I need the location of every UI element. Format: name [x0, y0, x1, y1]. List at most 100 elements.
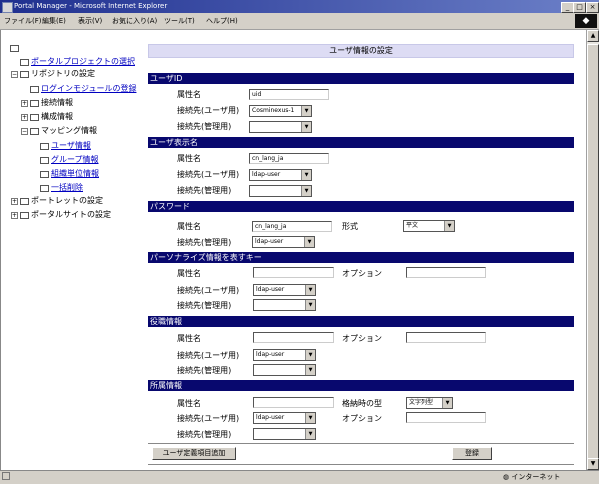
- userid-attr-input[interactable]: uid: [249, 89, 329, 100]
- folder-icon: [40, 171, 49, 178]
- display-conn-admin-select[interactable]: ▼: [249, 185, 312, 197]
- store-type-label: 格納時の型: [342, 399, 382, 408]
- folder-icon: [20, 198, 29, 205]
- tree-item-user-info[interactable]: ユーザ情報: [51, 140, 91, 151]
- expand-plus-icon[interactable]: +: [21, 114, 28, 121]
- personalize-attr-input[interactable]: [253, 267, 334, 278]
- userid-conn-user-select[interactable]: Cosminexus-1 ▼: [249, 105, 312, 117]
- tree-item-bulk-delete[interactable]: 一括削除: [51, 182, 83, 193]
- scroll-up-icon[interactable]: ▲: [587, 30, 599, 42]
- attr-name-label: 属性名: [177, 90, 201, 99]
- select-value: 文字列型: [409, 399, 434, 406]
- section-header-role: 役職情報: [148, 316, 574, 327]
- tree-item-login-module[interactable]: ログインモジュールの登録: [41, 83, 136, 94]
- windows-logo-icon: ◆: [575, 14, 597, 28]
- tree-item-project-select[interactable]: ポータルプロジェクトの選択: [31, 56, 135, 67]
- divider: [148, 464, 574, 465]
- role-attr-input[interactable]: [253, 332, 334, 343]
- expand-minus-icon[interactable]: −: [11, 71, 18, 78]
- affiliation-conn-user-select[interactable]: ldap-user ▼: [253, 412, 316, 424]
- tree-item-portal-site[interactable]: ポータルサイトの設定: [31, 209, 111, 220]
- select-value: ldap-user: [256, 351, 285, 358]
- folder-icon: [20, 71, 29, 78]
- chevron-down-icon: ▼: [442, 398, 452, 408]
- tree-item-mapping[interactable]: マッピング情報: [41, 125, 97, 136]
- tree-item-org-unit[interactable]: 組織単位情報: [51, 168, 99, 179]
- role-option-input[interactable]: [406, 332, 486, 343]
- page-icon: [2, 472, 10, 480]
- menu-help[interactable]: ヘルプ(H): [206, 16, 238, 26]
- folder-icon: [30, 114, 39, 121]
- password-conn-admin-select[interactable]: ldap-user ▼: [252, 236, 315, 248]
- window-title-bar: Portal Manager - Microsoft Internet Expl…: [0, 0, 599, 13]
- folder-icon: [40, 157, 49, 164]
- menu-file[interactable]: ファイル(F): [4, 16, 42, 26]
- chevron-down-icon: ▼: [301, 122, 311, 132]
- close-button[interactable]: ×: [586, 2, 599, 13]
- chevron-down-icon: ▼: [305, 429, 315, 439]
- menu-view[interactable]: 表示(V): [78, 16, 102, 26]
- add-user-defined-item-button[interactable]: ユーザ定義項目追加: [152, 447, 236, 460]
- affiliation-attr-input[interactable]: [253, 397, 334, 408]
- divider: [148, 443, 574, 444]
- maximize-button[interactable]: □: [573, 2, 586, 13]
- affiliation-conn-admin-select[interactable]: ▼: [253, 428, 316, 440]
- tree-item-group-info[interactable]: グループ情報: [51, 154, 99, 165]
- option-label: オプション: [342, 269, 382, 278]
- conn-user-label: 接続先(ユーザ用): [177, 106, 240, 115]
- personalize-conn-admin-select[interactable]: ▼: [253, 299, 316, 311]
- select-value: 平文: [406, 222, 419, 229]
- conn-admin-label: 接続先(管理用): [177, 186, 232, 195]
- chevron-down-icon: ▼: [305, 350, 315, 360]
- display-conn-user-select[interactable]: ldap-user ▼: [249, 169, 312, 181]
- vertical-scrollbar[interactable]: ▲ ▼: [586, 30, 599, 470]
- affiliation-option-input[interactable]: [406, 412, 486, 423]
- userid-conn-admin-select[interactable]: ▼: [249, 121, 312, 133]
- menu-tools[interactable]: ツール(T): [164, 16, 195, 26]
- expand-plus-icon[interactable]: +: [21, 100, 28, 107]
- menu-edit[interactable]: 編集(E): [42, 16, 66, 26]
- role-conn-admin-select[interactable]: ▼: [253, 364, 316, 376]
- chevron-down-icon: ▼: [444, 221, 454, 231]
- expand-plus-icon[interactable]: +: [11, 198, 18, 205]
- scroll-down-icon[interactable]: ▼: [587, 458, 599, 470]
- role-conn-user-select[interactable]: ldap-user ▼: [253, 349, 316, 361]
- chevron-down-icon: ▼: [305, 365, 315, 375]
- menu-favorites[interactable]: お気に入り(A): [112, 16, 157, 26]
- menu-bar: ファイル(F) 編集(E) 表示(V) お気に入り(A) ツール(T) ヘルプ(…: [0, 13, 599, 30]
- affiliation-type-select[interactable]: 文字列型 ▼: [406, 397, 453, 409]
- select-value: ldap-user: [252, 171, 281, 178]
- option-label: オプション: [342, 334, 382, 343]
- password-attr-input[interactable]: cn_lang_ja: [252, 221, 332, 232]
- tree-item-connection[interactable]: 接続情報: [41, 97, 73, 108]
- folder-icon: [20, 59, 29, 66]
- status-zone-text: インターネット: [511, 473, 561, 481]
- tree-item-config[interactable]: 構成情報: [41, 111, 73, 122]
- select-value: ldap-user: [256, 414, 285, 421]
- folder-icon: [40, 185, 49, 192]
- expand-minus-icon[interactable]: −: [21, 128, 28, 135]
- scroll-thumb[interactable]: [587, 44, 599, 464]
- folder-icon: [20, 212, 29, 219]
- chevron-down-icon: ▼: [301, 106, 311, 116]
- tree-item-portlet[interactable]: ポートレットの設定: [31, 195, 103, 206]
- section-header-affiliation: 所属情報: [148, 380, 574, 391]
- password-format-select[interactable]: 平文 ▼: [403, 220, 455, 232]
- conn-user-label: 接続先(ユーザ用): [177, 286, 240, 295]
- personalize-option-input[interactable]: [406, 267, 486, 278]
- attr-name-label: 属性名: [177, 334, 201, 343]
- open-folder-icon: [40, 143, 49, 150]
- attr-name-label: 属性名: [177, 154, 201, 163]
- personalize-conn-user-select[interactable]: ldap-user ▼: [253, 284, 316, 296]
- chevron-down-icon: ▼: [305, 300, 315, 310]
- register-button[interactable]: 登録: [452, 447, 492, 460]
- attr-name-label: 属性名: [177, 399, 201, 408]
- option-label: オプション: [342, 414, 382, 423]
- conn-admin-label: 接続先(管理用): [177, 238, 232, 247]
- format-label: 形式: [342, 222, 358, 231]
- section-header-display-name: ユーザ表示名: [148, 137, 574, 148]
- conn-user-label: 接続先(ユーザ用): [177, 414, 240, 423]
- display-attr-input[interactable]: cn_lang_ja: [249, 153, 329, 164]
- expand-plus-icon[interactable]: +: [11, 212, 18, 219]
- tree-item-repository[interactable]: リポジトリの設定: [31, 68, 95, 79]
